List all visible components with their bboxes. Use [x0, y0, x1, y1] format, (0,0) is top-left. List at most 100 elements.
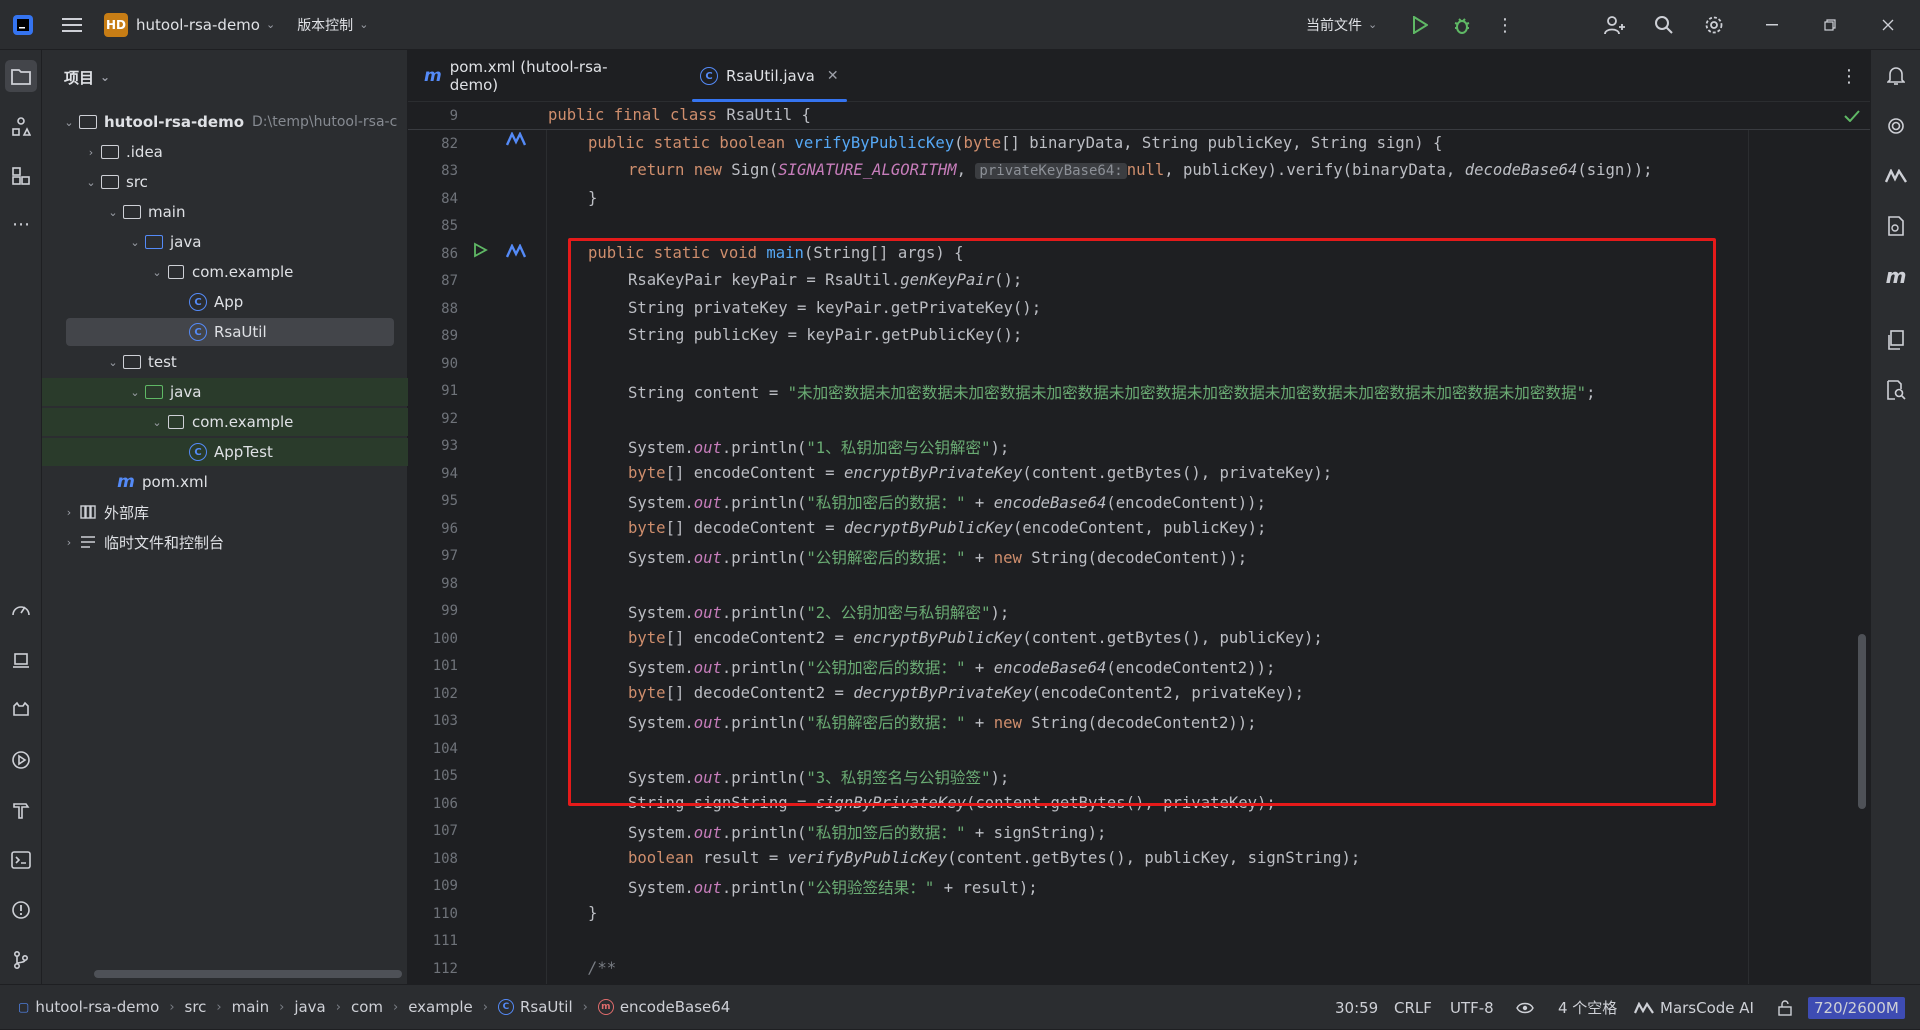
run-gutter-icon[interactable] — [472, 242, 488, 262]
tree-item-main[interactable]: ⌄ main — [42, 198, 185, 226]
tree-item-label: src — [126, 173, 148, 191]
chevron-right-icon: › — [335, 999, 341, 1015]
ai-assistant-icon[interactable] — [1880, 110, 1912, 142]
run-icon[interactable] — [1400, 5, 1440, 45]
chevron-right-icon: › — [66, 535, 72, 549]
code-line: boolean result = verifyByPublicKey(conte… — [628, 849, 1361, 867]
tree-item-test[interactable]: ⌄ test — [42, 348, 176, 376]
tree-item-test-com-example[interactable]: ⌄ com.example — [42, 408, 408, 436]
run-config-label: 当前文件 — [1306, 17, 1362, 34]
tree-item-project-root[interactable]: ⌄ hutool-rsa-demo D:\temp\hutool-rsa-c — [42, 108, 397, 136]
file-encoding[interactable]: UTF-8 — [1450, 985, 1494, 1030]
code-line: /** — [588, 959, 617, 977]
tree-item-pom[interactable]: m pom.xml — [42, 468, 208, 496]
memory-indicator[interactable]: 720/2600M — [1808, 985, 1905, 1030]
profiler-icon[interactable] — [5, 594, 37, 626]
tree-item-src[interactable]: ⌄ src — [42, 168, 148, 196]
close-icon[interactable]: ✕ — [827, 68, 839, 84]
more-actions-icon[interactable]: ⋮ — [1485, 5, 1525, 45]
project-selector[interactable]: HD hutool-rsa-demo ⌄ — [104, 0, 275, 50]
doc-search-icon[interactable] — [1880, 374, 1912, 406]
breadcrumb-item[interactable]: example — [408, 998, 473, 1016]
tree-item-label: RsaUtil — [214, 323, 267, 341]
services-icon[interactable] — [5, 644, 37, 676]
breadcrumb-item[interactable]: encodeBase64 — [620, 998, 731, 1016]
plugins-tool-icon[interactable] — [5, 160, 37, 192]
caret-position[interactable]: 30:59 — [1335, 985, 1378, 1030]
breadcrumb-item[interactable]: main — [232, 998, 269, 1016]
tab-label: pom.xml (hutool-rsa-demo) — [449, 58, 608, 94]
status-bar: ▢ hutool-rsa-demo › src › main › java › … — [0, 984, 1920, 1029]
editor-tab-bar: m pom.xml (hutool-rsa-demo) C RsaUtil.ja… — [408, 50, 1870, 102]
more-tools-icon[interactable]: ⋯ — [5, 208, 37, 240]
build-hammer-icon[interactable] — [5, 794, 37, 826]
chevron-right-icon: › — [216, 999, 222, 1015]
minimize-icon[interactable] — [1752, 5, 1792, 45]
line-number: 109 — [432, 878, 458, 894]
maven-tool-icon[interactable]: m — [1880, 260, 1912, 292]
breadcrumb-item[interactable]: java — [294, 998, 325, 1016]
problems-icon[interactable] — [5, 894, 37, 926]
tree-item-external-libs[interactable]: › 外部库 — [42, 498, 149, 526]
tree-item-apptest[interactable]: C AppTest — [42, 438, 408, 466]
terminal-icon[interactable] — [5, 844, 37, 876]
debug-icon[interactable] — [1442, 5, 1482, 45]
add-user-icon[interactable] — [1595, 5, 1635, 45]
marscode-icon[interactable] — [1880, 160, 1912, 192]
settings-gear-icon[interactable] — [1694, 5, 1734, 45]
breadcrumb-item[interactable]: RsaUtil — [520, 998, 573, 1016]
code-editor[interactable]: 9 82 83 84 85 86 87 88 89 90 91 92 93 94… — [408, 102, 1870, 984]
main-menu-icon[interactable] — [52, 5, 92, 45]
tree-item-idea[interactable]: › .idea — [42, 138, 163, 166]
line-number: 96 — [441, 521, 458, 537]
code-line: System.out.println("私钥加签后的数据：" + signStr… — [628, 824, 1107, 842]
no-problems-check-icon[interactable] — [1844, 110, 1860, 126]
git-branch-icon[interactable] — [5, 944, 37, 976]
right-margin-guide — [1748, 102, 1749, 984]
horizontal-scrollbar[interactable] — [94, 970, 402, 978]
package-icon — [166, 262, 186, 282]
tree-item-scratches[interactable]: › 临时文件和控制台 — [42, 528, 224, 556]
search-icon[interactable] — [1644, 5, 1684, 45]
structure-tool-icon[interactable] — [5, 111, 37, 143]
tree-item-app[interactable]: C App — [42, 288, 243, 316]
chevron-down-icon: ⌄ — [130, 385, 140, 399]
breadcrumb-item[interactable]: com — [351, 998, 383, 1016]
tab-rsautil-java[interactable]: C RsaUtil.java ✕ — [692, 50, 847, 102]
project-name: hutool-rsa-demo — [136, 15, 260, 34]
project-panel-header[interactable]: 项目 ⌄ — [42, 50, 407, 104]
line-number: 105 — [432, 768, 458, 784]
vcs-menu[interactable]: 版本控制 ⌄ — [297, 0, 368, 50]
close-window-icon[interactable] — [1868, 5, 1908, 45]
project-tool-icon[interactable] — [5, 60, 37, 92]
cat-plugin-icon[interactable] — [5, 694, 37, 726]
tree-item-label: com.example — [192, 263, 294, 281]
tree-item-test-java[interactable]: ⌄ java — [42, 378, 408, 406]
line-number: 84 — [441, 191, 458, 207]
reader-mode-eye-icon[interactable] — [1516, 985, 1534, 1030]
tree-item-label: 外部库 — [104, 503, 150, 522]
line-number: 100 — [432, 631, 458, 647]
lock-icon[interactable] — [1778, 985, 1792, 1030]
copy-doc-icon[interactable] — [1880, 324, 1912, 356]
tab-options-icon[interactable]: ⋮ — [1840, 50, 1858, 102]
indent-setting[interactable]: 4 个空格 — [1558, 985, 1617, 1030]
marscode-status[interactable]: MarsCode AI — [1634, 985, 1754, 1030]
marscode-gutter-icon[interactable] — [505, 243, 527, 262]
restore-icon[interactable] — [1810, 5, 1850, 45]
database-doc-icon[interactable] — [1880, 210, 1912, 242]
line-separator[interactable]: CRLF — [1394, 985, 1432, 1030]
tree-item-com-example[interactable]: ⌄ com.example — [42, 258, 293, 286]
run-config-selector[interactable]: 当前文件 ⌄ — [1306, 0, 1377, 50]
marscode-gutter-icon[interactable] — [505, 131, 527, 150]
vertical-scrollbar[interactable] — [1858, 634, 1866, 809]
chevron-right-icon: › — [393, 999, 399, 1015]
tab-pom-xml[interactable]: m pom.xml (hutool-rsa-demo) — [424, 50, 644, 102]
breadcrumb-item[interactable]: src — [185, 998, 207, 1016]
tree-item-rsautil[interactable]: C RsaUtil — [66, 318, 394, 346]
breadcrumb-item[interactable]: hutool-rsa-demo — [35, 998, 159, 1016]
tree-item-main-java[interactable]: ⌄ java — [42, 228, 201, 256]
run-tool-icon[interactable] — [5, 744, 37, 776]
notifications-bell-icon[interactable] — [1880, 60, 1912, 92]
ide-logo[interactable] — [12, 0, 34, 50]
